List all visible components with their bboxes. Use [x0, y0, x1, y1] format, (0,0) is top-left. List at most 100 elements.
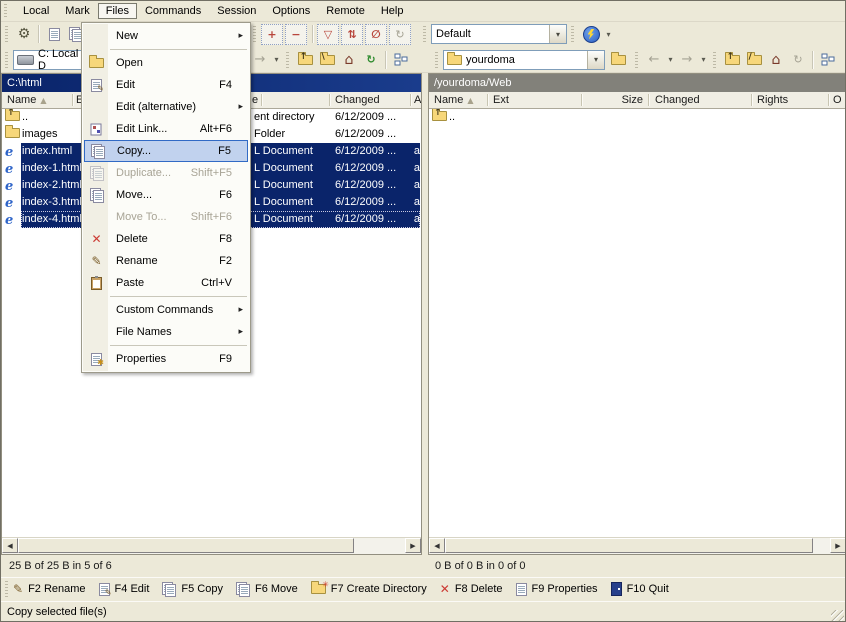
column-divider[interactable]	[648, 94, 650, 106]
restore-selection-button[interactable]: ↻	[389, 24, 411, 45]
f2-rename-button[interactable]: ✎ F2 Rename	[13, 582, 86, 596]
column-size-fragment[interactable]: e	[252, 92, 258, 108]
column-owner[interactable]: O	[833, 92, 842, 108]
remote-path-bar[interactable]: /yourdoma/Web	[429, 74, 846, 92]
menu-item-paste[interactable]: Paste Ctrl+V	[84, 272, 248, 294]
menu-session[interactable]: Session	[209, 3, 264, 19]
menu-item-delete[interactable]: ✕ Delete F8	[84, 228, 248, 250]
chevron-down-icon[interactable]: ▾	[587, 51, 604, 69]
toolbar-grip[interactable]	[4, 4, 7, 18]
toolbar-grip[interactable]	[571, 26, 574, 42]
remote-forward-button[interactable]: →	[676, 49, 698, 70]
local-home-dir-button[interactable]: ⌂	[338, 49, 360, 70]
local-forward-button[interactable]: →	[249, 49, 271, 70]
column-divider[interactable]	[751, 94, 753, 106]
column-changed[interactable]: Changed	[335, 92, 380, 108]
remote-root-dir-button[interactable]: /	[743, 49, 765, 70]
menu-remote[interactable]: Remote	[318, 3, 373, 19]
chevron-down-icon[interactable]: ▾	[698, 49, 709, 70]
column-name[interactable]: Name▲	[7, 92, 47, 108]
f4-edit-button[interactable]: ✎ F4 Edit	[99, 583, 150, 596]
f6-move-button[interactable]: F6 Move	[236, 582, 298, 596]
remote-parent-dir-button[interactable]: ↑	[721, 49, 743, 70]
scroll-right-button[interactable]: ▶	[405, 538, 421, 553]
toolbar-grip[interactable]	[713, 52, 716, 68]
local-refresh-button[interactable]: ↻	[360, 49, 382, 70]
toolbar-grip[interactable]	[5, 26, 8, 42]
transfer-settings-button[interactable]	[579, 24, 603, 45]
open-directory-button[interactable]	[605, 49, 631, 70]
select-files-button[interactable]: +	[261, 24, 283, 45]
toolbar-grip[interactable]	[5, 581, 8, 597]
menu-item-new[interactable]: New	[84, 25, 248, 47]
scrollbar-thumb[interactable]	[18, 538, 354, 553]
column-attr[interactable]: A	[414, 92, 421, 108]
column-divider[interactable]	[828, 94, 830, 106]
remote-back-button[interactable]: ←	[643, 49, 665, 70]
menu-item-edit[interactable]: ✎ Edit F4	[84, 74, 248, 96]
remote-dir-combo[interactable]: yourdoma ▾	[443, 50, 605, 70]
toolbar-grip[interactable]	[635, 52, 638, 68]
column-ext[interactable]: Ext	[493, 92, 509, 108]
menu-item-move-to[interactable]: Move To... Shift+F6	[84, 206, 248, 228]
menu-item-open[interactable]: Open	[84, 52, 248, 74]
menu-item-move[interactable]: Move... F6	[84, 184, 248, 206]
menu-files[interactable]: Files	[98, 3, 137, 19]
chevron-down-icon[interactable]: ▾	[603, 24, 614, 45]
menu-item-copy[interactable]: Copy... F5	[84, 140, 248, 162]
column-divider[interactable]	[72, 94, 74, 106]
menu-mark[interactable]: Mark	[57, 3, 97, 19]
toolbar-grip[interactable]	[5, 52, 8, 68]
scroll-left-button[interactable]: ◀	[2, 538, 18, 553]
menu-item-properties[interactable]: ✱ Properties F9	[84, 348, 248, 370]
column-divider[interactable]	[261, 94, 263, 106]
menu-item-custom-commands[interactable]: Custom Commands	[84, 299, 248, 321]
clear-selection-button[interactable]: ∅	[365, 24, 387, 45]
chevron-down-icon[interactable]: ▾	[271, 49, 282, 70]
column-size[interactable]: Size	[587, 92, 643, 108]
toolbar-grip[interactable]	[286, 52, 289, 68]
column-changed[interactable]: Changed	[655, 92, 700, 108]
column-divider[interactable]	[487, 94, 489, 106]
column-divider[interactable]	[329, 94, 331, 106]
file-row[interactable]: ↑ ..	[429, 109, 846, 126]
local-parent-dir-button[interactable]: ↑	[294, 49, 316, 70]
menu-item-edit-link[interactable]: Edit Link... Alt+F6	[84, 118, 248, 140]
scroll-right-button[interactable]: ▶	[830, 538, 846, 553]
resize-grip[interactable]	[831, 610, 844, 622]
scrollbar-thumb[interactable]	[445, 538, 813, 553]
menu-item-edit-alternative[interactable]: Edit (alternative)	[84, 96, 248, 118]
f5-copy-button[interactable]: F5 Copy	[162, 582, 223, 596]
local-drive-combo[interactable]: C: Local D	[13, 50, 85, 70]
remote-home-dir-button[interactable]: ⌂	[765, 49, 787, 70]
column-name[interactable]: Name▲	[434, 92, 474, 108]
menu-commands[interactable]: Commands	[137, 3, 209, 19]
session-log-button[interactable]	[43, 24, 65, 45]
f8-delete-button[interactable]: ✕ F8 Delete	[440, 582, 503, 596]
column-divider[interactable]	[410, 94, 412, 106]
column-divider[interactable]	[581, 94, 583, 106]
remote-refresh-button[interactable]: ↻	[787, 49, 809, 70]
menu-local[interactable]: Local	[15, 3, 57, 19]
toolbar-grip[interactable]	[423, 26, 426, 42]
preferences-button[interactable]: ⚙	[13, 24, 35, 45]
unselect-files-button[interactable]: −	[285, 24, 307, 45]
menu-options[interactable]: Options	[264, 3, 318, 19]
local-tree-button[interactable]	[390, 49, 412, 70]
f9-properties-button[interactable]: F9 Properties	[516, 583, 598, 596]
menu-item-rename[interactable]: ✎ Rename F2	[84, 250, 248, 272]
local-root-dir-button[interactable]: \	[316, 49, 338, 70]
f7-create-directory-button[interactable]: ✳ F7 Create Directory	[311, 583, 427, 595]
menu-item-duplicate[interactable]: Duplicate... Shift+F5	[84, 162, 248, 184]
toolbar-grip[interactable]	[253, 26, 256, 42]
menu-help[interactable]: Help	[373, 3, 412, 19]
remote-tree-button[interactable]	[817, 49, 839, 70]
menu-item-file-names[interactable]: File Names	[84, 321, 248, 343]
toolbar-grip[interactable]	[435, 52, 438, 68]
chevron-down-icon[interactable]: ▾	[549, 25, 566, 43]
chevron-down-icon[interactable]: ▾	[665, 49, 676, 70]
filter-button[interactable]: ▽	[317, 24, 339, 45]
invert-selection-button[interactable]: ⇅	[341, 24, 363, 45]
session-combo[interactable]: Default ▾	[431, 24, 567, 44]
f10-quit-button[interactable]: F10 Quit	[611, 582, 669, 596]
